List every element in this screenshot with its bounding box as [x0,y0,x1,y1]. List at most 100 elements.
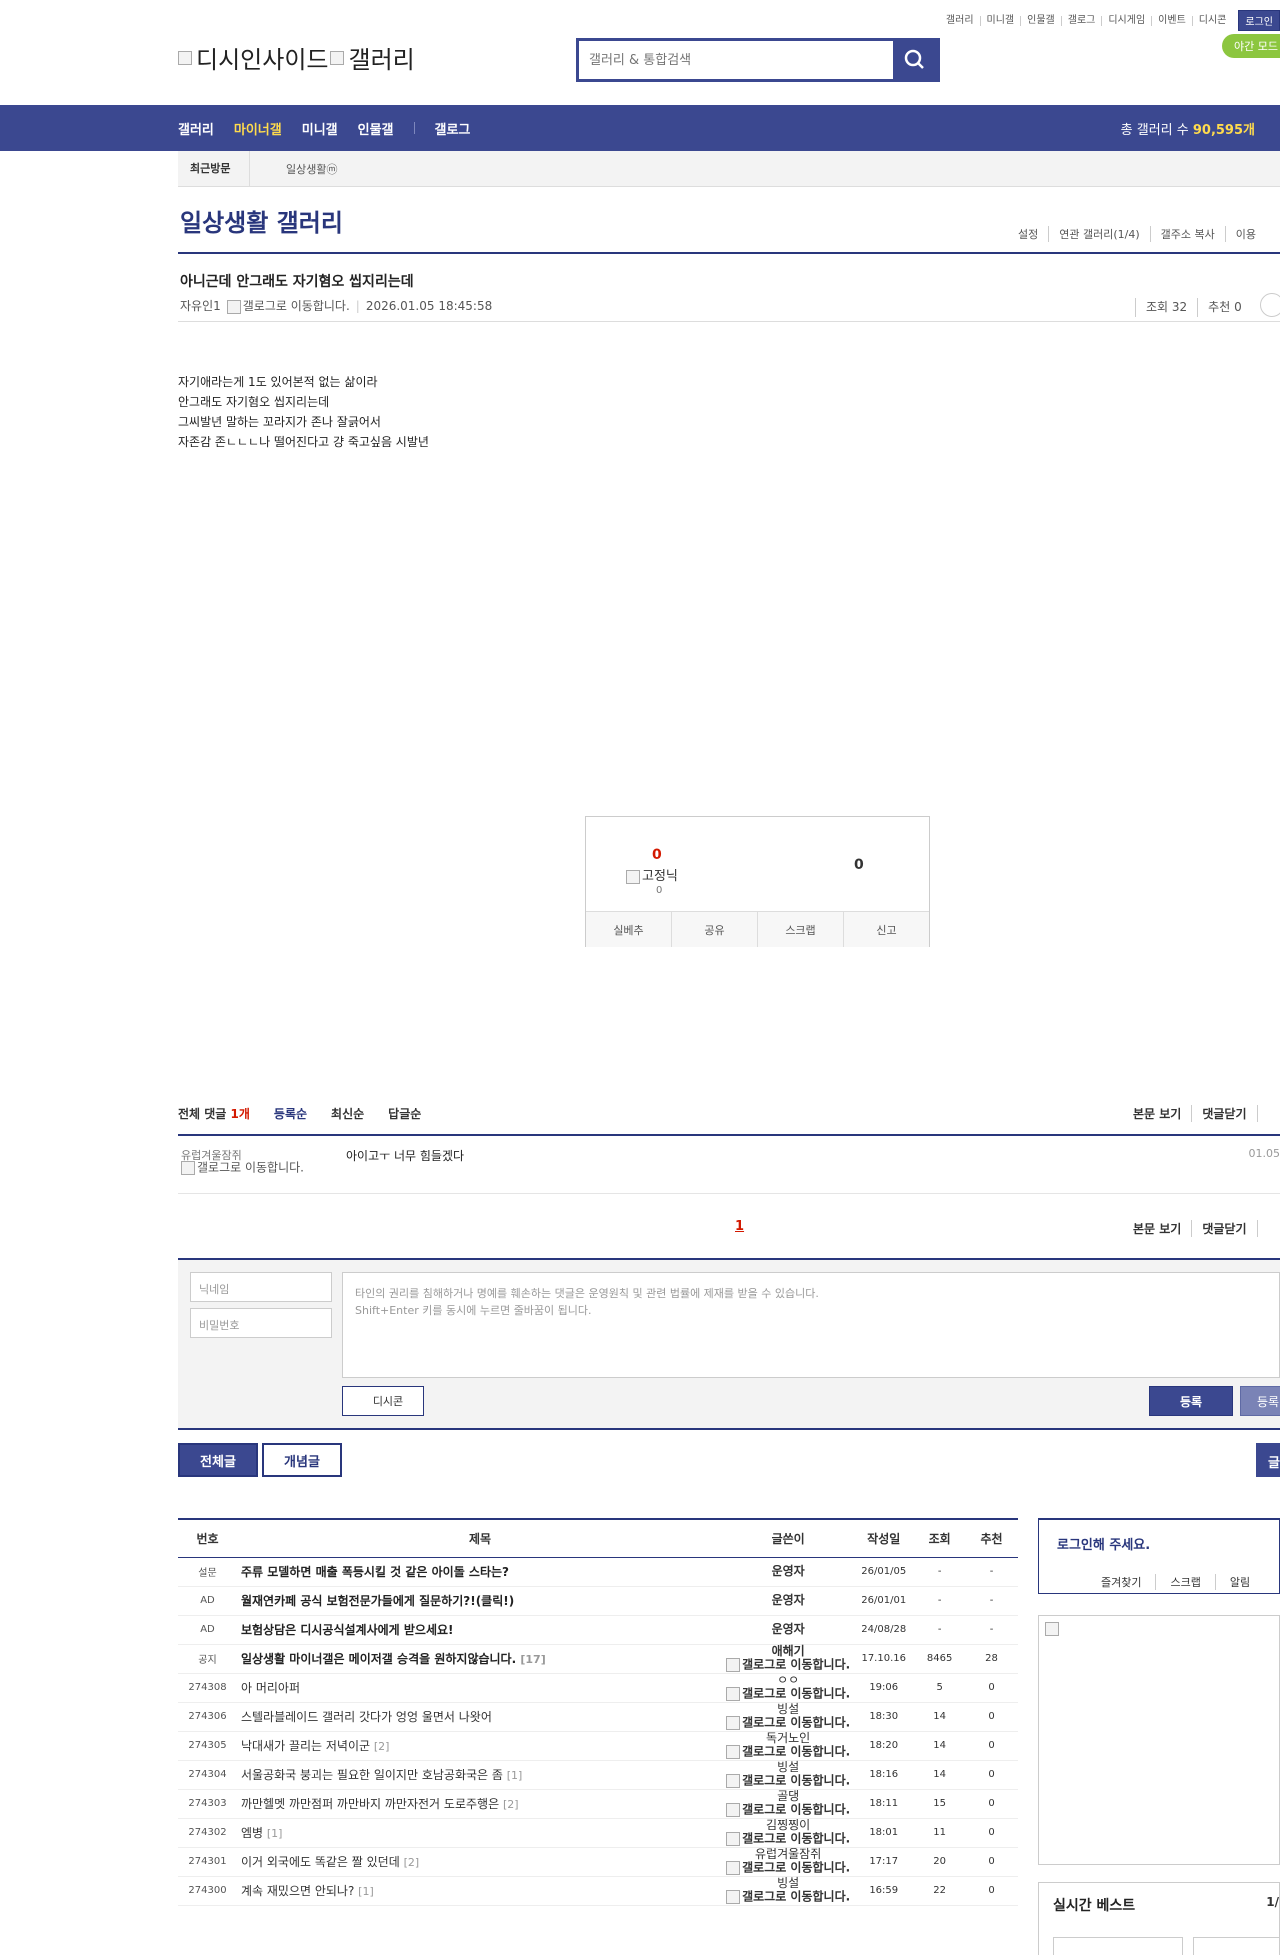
post-writer-name[interactable]: 빙설 [723,1761,853,1774]
post-title-cell[interactable]: 주류 모델하면 매출 폭등시킬 것 같은 아이돌 스타는? [236,1557,724,1587]
reply-count[interactable]: [1] [267,1827,283,1840]
gallog-link[interactable]: 갤로그로 이동합니다. [723,1832,853,1846]
scrap-link[interactable]: 스크랩 [1155,1574,1214,1590]
submit-button[interactable]: 등록 [1149,1386,1233,1416]
table-row[interactable]: AD 월재연카페 공식 보험전문가들에게 질문하기?!(클릭!) 운영자 26/01… [178,1586,1018,1616]
gallog-link[interactable]: 갤로그로 이동합니다. [723,1861,853,1875]
post-title-link[interactable]: 계속 재밌으면 안되나? [241,1884,354,1898]
post-title-cell[interactable]: 스텔라블레이드 갤러리 갓다가 엉엉 울면서 나왓어 [236,1702,724,1732]
post-title-cell[interactable]: 일상생활 마이너갤은 메이저갤 승격을 원하지않습니다. [17] [236,1644,724,1674]
util-link-gallog[interactable]: 갤로그 [1060,15,1102,26]
table-row[interactable]: AD 보험상담은 디시공식설계사에게 받으세요! 운영자 24/08/28- - [178,1615,1018,1645]
post-title-cell[interactable]: 이거 외국에도 똑같은 짤 있던데 [2] [236,1847,724,1877]
related-gallery-link[interactable]: 연관 갤러리(1/4) [1048,226,1149,242]
best-tab-button[interactable] [1193,1937,1280,1955]
fixed-nick-upvote[interactable]: 고정닉 [626,865,678,884]
tab-all-posts[interactable]: 전체글 [178,1443,258,1477]
recent-visit-label[interactable]: 최근방문 [178,150,250,187]
gallog-link[interactable]: 갤로그로 이동합니다. [723,1890,853,1904]
util-link-event[interactable]: 이벤트 [1151,15,1192,26]
table-row[interactable]: 274301 이거 외국에도 똑같은 짤 있던데 [2] 유럽겨울잠쥐 갤로그로 이동… [178,1847,1018,1877]
util-link-dccon[interactable]: 디시콘 [1191,15,1233,26]
login-button[interactable]: 로그인 [1238,10,1280,31]
post-writer-cell[interactable]: 운영자 [723,1615,854,1645]
table-row[interactable]: 설문 주류 모델하면 매출 폭등시킬 것 같은 아이돌 스타는? 운영자 26/01… [178,1557,1018,1587]
login-prompt[interactable]: 로그인해 주세요. [1057,1534,1150,1553]
downvote-count[interactable]: 0 [854,857,864,873]
view-body-link[interactable]: 본문 보기 [1123,1105,1191,1122]
post-title-link[interactable]: 서울공화국 붕괴는 필요한 일이지만 호남공화국은 좀 [241,1768,503,1782]
nav-mini-gallery[interactable]: 미니갤 [302,119,338,138]
post-title-link[interactable]: 이거 외국에도 똑같은 짤 있던데 [241,1855,400,1869]
post-title-link[interactable]: 낙대새가 끌리는 저녁이군 [241,1739,370,1753]
table-row[interactable]: 274302 엠병 [1] 김찡찡이 갤로그로 이동합니다. 18:01 11 0 [178,1818,1018,1848]
post-writer-name[interactable]: 빙설 [723,1703,853,1716]
util-link-dcgame[interactable]: 디시게임 [1101,15,1151,26]
post-writer-cell[interactable]: 빙설 갤로그로 이동합니다. [723,1702,854,1732]
write-button[interactable]: 글 [1256,1443,1280,1477]
post-writer-cell[interactable]: 애해기 갤로그로 이동합니다. [723,1644,854,1674]
search-input[interactable] [579,41,893,79]
post-title-link[interactable]: 아 머리아퍼 [241,1681,300,1695]
nav-minor-gallery[interactable]: 마이너갤 [234,119,282,138]
post-title-cell[interactable]: 엠병 [1] [236,1818,724,1848]
comment-textarea[interactable]: 타인의 권리를 침해하거나 명예를 훼손하는 댓글은 운영원칙 및 관련 법률에… [342,1272,1280,1378]
post-writer-cell[interactable]: ㅇㅇ 갤로그로 이동합니다. [723,1673,854,1703]
gallog-link[interactable]: 갤로그로 이동합니다. [723,1658,853,1672]
usage-link[interactable]: 이용 [1224,226,1266,242]
sort-registered[interactable]: 등록순 [274,1105,307,1122]
post-title-link[interactable]: 보험상담은 디시공식설계사에게 받으세요! [241,1623,454,1637]
reply-count[interactable]: [1] [358,1885,374,1898]
submit-more-button[interactable]: 등록 [1240,1386,1280,1416]
post-writer-name[interactable]: 골댕 [723,1790,853,1803]
sort-replies[interactable]: 답글순 [388,1105,421,1122]
post-title-link[interactable]: 까만헬멧 까만점퍼 까만바지 까만자전거 도로주행은 [241,1797,499,1811]
table-row[interactable]: 공지 일상생활 마이너갤은 메이저갤 승격을 원하지않습니다. [17] 애해기 갤로… [178,1644,1018,1674]
post-title-link[interactable]: 월재연카페 공식 보험전문가들에게 질문하기?!(클릭!) [241,1594,514,1608]
scrap-button[interactable]: 스크랩 [758,912,844,947]
post-title-cell[interactable]: 월재연카페 공식 보험전문가들에게 질문하기?!(클릭!) [236,1586,724,1616]
post-writer-cell[interactable]: 유럽겨울잠쥐 갤로그로 이동합니다. [723,1847,854,1877]
post-writer-cell[interactable]: 빙설 갤로그로 이동합니다. [723,1876,854,1906]
post-writer-cell[interactable]: 빙설 갤로그로 이동합니다. [723,1760,854,1790]
post-writer-cell[interactable]: 김찡찡이 갤로그로 이동합니다. [723,1818,854,1848]
post-writer-name[interactable]: 빙설 [723,1877,853,1890]
reply-count[interactable]: [2] [503,1798,519,1811]
close-comments-link[interactable]: 댓글닫기 [1191,1105,1256,1122]
post-title-link[interactable]: 주류 모델하면 매출 폭등시킬 것 같은 아이돌 스타는? [241,1565,509,1579]
favorites-link[interactable]: 즐겨찾기 [1087,1574,1155,1590]
dccon-button[interactable]: 디시콘 [342,1386,424,1416]
search-button[interactable] [893,41,937,79]
comment-page-1[interactable]: 1 [735,1219,744,1234]
post-writer-name[interactable]: 운영자 [723,1565,853,1578]
post-writer-name[interactable]: ㅇㅇ [723,1674,853,1687]
table-row[interactable]: 274308 아 머리아퍼 ㅇㅇ 갤로그로 이동합니다. 19:06 5 0 [178,1673,1018,1703]
table-row[interactable]: 274303 까만헬멧 까만점퍼 까만바지 까만자전거 도로주행은 [2] 골댕 갤로… [178,1789,1018,1819]
table-row[interactable]: 274304 서울공화국 붕괴는 필요한 일이지만 호남공화국은 좀 [1] 빙설 갤… [178,1760,1018,1790]
nickname-input[interactable]: 닉네임 [190,1272,332,1302]
nav-gallog[interactable]: 갤로그 [435,119,471,138]
post-title-link[interactable]: 스텔라블레이드 갤러리 갓다가 엉엉 울면서 나왓어 [241,1710,492,1724]
post-title-cell[interactable]: 계속 재밌으면 안되나? [1] [236,1876,724,1906]
gallery-title[interactable]: 일상생활 갤러리 [180,203,343,238]
util-link-minigall[interactable]: 미니갤 [979,15,1021,26]
night-mode-toggle[interactable]: 야간 모드 [1222,34,1280,58]
nav-person-gallery[interactable]: 인물갤 [358,119,394,138]
table-row[interactable]: 274305 낙대새가 끌리는 저녁이군 [2] 독거노인 갤로그로 이동합니다. 18… [178,1731,1018,1761]
close-comments-link[interactable]: 댓글닫기 [1191,1220,1256,1237]
post-writer-cell[interactable]: 운영자 [723,1586,854,1616]
copy-address-link[interactable]: 갤주소 복사 [1149,226,1225,242]
post-writer-name[interactable]: 운영자 [723,1623,853,1636]
post-title-cell[interactable]: 서울공화국 붕괴는 필요한 일이지만 호남공화국은 좀 [1] [236,1760,724,1790]
post-title-cell[interactable]: 아 머리아퍼 [236,1673,724,1703]
gallog-link[interactable]: 갤로그로 이동합니다. [723,1774,853,1788]
post-writer-name[interactable]: 운영자 [723,1594,853,1607]
gallog-link[interactable]: 갤로그로 이동합니다. [723,1716,853,1730]
table-row[interactable]: 274300 계속 재밌으면 안되나? [1] 빙설 갤로그로 이동합니다. 16:59… [178,1876,1018,1906]
best-recommend-button[interactable]: 실베추 [586,912,672,947]
post-writer-cell[interactable]: 독거노인 갤로그로 이동합니다. [723,1731,854,1761]
gallog-link[interactable]: 갤로그로 이동합니다. [723,1803,853,1817]
post-title-link[interactable]: 엠병 [241,1826,263,1840]
post-title-link[interactable]: 일상생활 마이너갤은 메이저갤 승격을 원하지않습니다. [241,1652,516,1666]
post-title-cell[interactable]: 보험상담은 디시공식설계사에게 받으세요! [236,1615,724,1645]
